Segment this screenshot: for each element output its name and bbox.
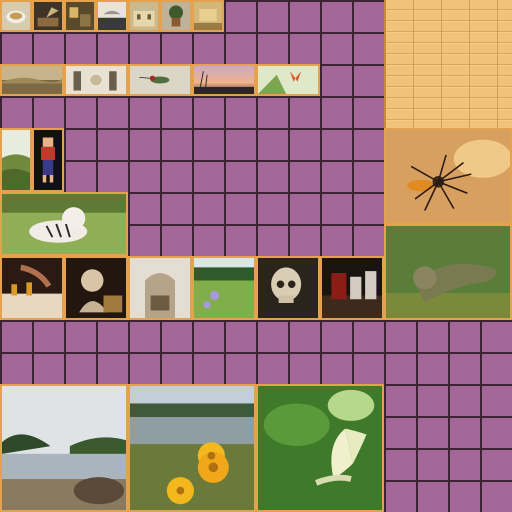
tile-iguana [384, 224, 512, 320]
iguana-icon [386, 226, 510, 318]
tile-white-butterfly [256, 384, 384, 512]
potted-plant-icon [162, 2, 190, 30]
skull-icon [258, 258, 318, 318]
yellow-flowers-icon [130, 386, 254, 510]
room-icon [194, 2, 222, 30]
tile-landscape-painting [0, 64, 64, 96]
tile-skull [256, 256, 320, 320]
kitchen-icon [66, 2, 94, 30]
flowers-icon [194, 258, 254, 318]
butterfly-icon [258, 66, 318, 94]
tile-spider [384, 128, 512, 224]
bust-icon [66, 258, 126, 318]
tile-yellow-flowers [128, 384, 256, 512]
lake-icon [2, 386, 126, 510]
interior-icon [130, 258, 190, 318]
tile-lab-figures [64, 64, 128, 96]
tile-pastry [0, 0, 32, 32]
tile-kitchen [64, 0, 96, 32]
rooks-icon [322, 258, 382, 318]
wood-panel [384, 0, 512, 128]
pixel-character-icon [34, 130, 62, 190]
tile-sunset-grass [192, 64, 256, 96]
sink-icon [98, 2, 126, 30]
landscape-icon [2, 66, 62, 94]
tile-hillside [0, 128, 32, 192]
gramophone-icon [34, 2, 62, 30]
tile-flowers-field [192, 256, 256, 320]
figures-icon [66, 66, 126, 94]
tile-interior [128, 256, 192, 320]
hummingbird-icon [130, 66, 190, 94]
tile-gramophone [32, 0, 64, 32]
sunset-icon [194, 66, 254, 94]
building-icon [130, 2, 158, 30]
white-butterfly-icon [258, 386, 382, 510]
hillside-icon [2, 130, 30, 190]
tile-sink [96, 0, 128, 32]
tile-hummingbird [128, 64, 192, 96]
tile-potted-plant [160, 0, 192, 32]
tile-butterfly-orange [256, 64, 320, 96]
pastry-icon [2, 2, 30, 30]
tile-room [192, 0, 224, 32]
chess-icon [2, 258, 62, 318]
texture-atlas [0, 0, 512, 512]
tiger-icon [2, 194, 126, 254]
tile-building [128, 0, 160, 32]
tile-bust [64, 256, 128, 320]
tile-chess-rooks [320, 256, 384, 320]
tile-pixel-character [32, 128, 64, 192]
tile-white-tiger [0, 192, 128, 256]
tile-lake-shore [0, 384, 128, 512]
spider-icon [386, 130, 510, 222]
tile-chess-hand [0, 256, 64, 320]
